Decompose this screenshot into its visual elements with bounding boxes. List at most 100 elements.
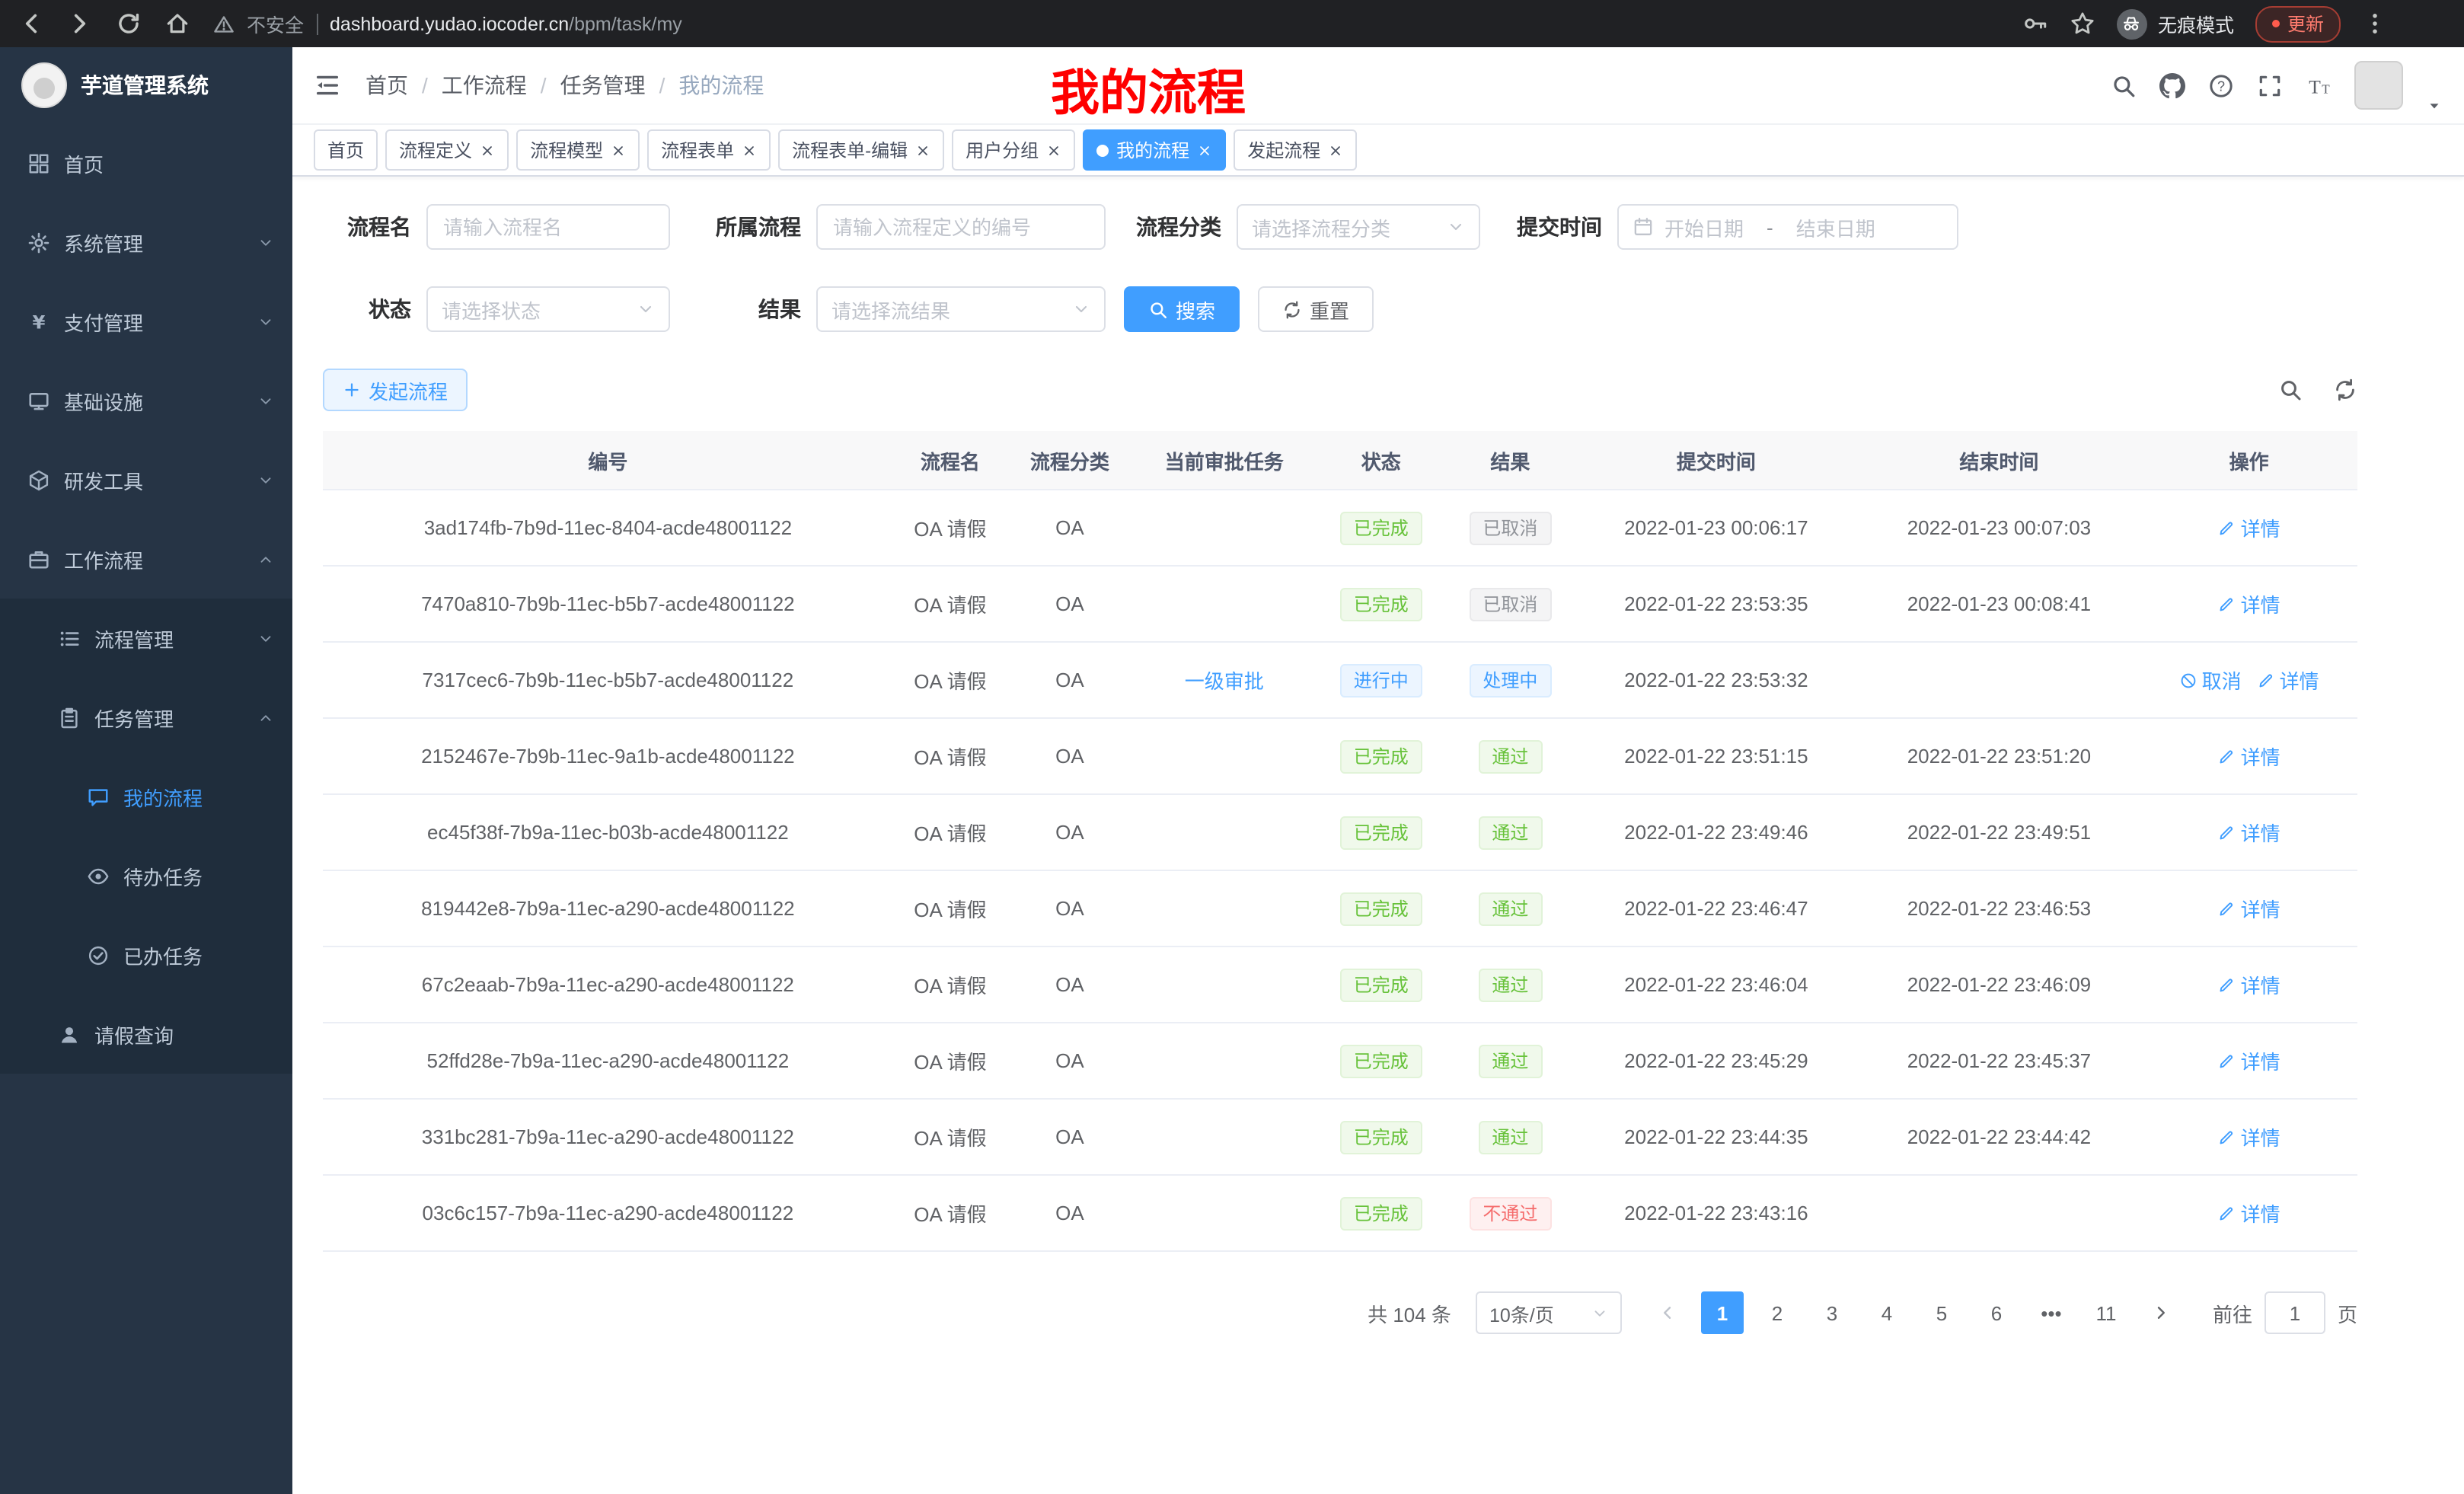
breadcrumb-item[interactable]: 任务管理 [560, 70, 646, 101]
browser-actions: 无痕模式 更新 [2022, 5, 2388, 42]
detail-link[interactable]: 详情 [2218, 818, 2280, 847]
page-ellipsis[interactable]: ••• [2030, 1291, 2073, 1334]
tab-5[interactable]: 流程表单-编辑 [778, 129, 944, 171]
tab-label: 用户分组 [965, 137, 1039, 163]
table-row: 7317cec6-7b9b-11ec-b5b7-acde48001122OA 请… [323, 642, 2357, 718]
sidebar-item-label: 系统管理 [64, 228, 143, 257]
search-button[interactable]: 搜索 [1124, 286, 1240, 332]
fullscreen-icon[interactable] [2257, 72, 2283, 98]
back-icon[interactable] [18, 11, 44, 37]
search-icon [1148, 299, 1168, 319]
page-button-4[interactable]: 4 [1866, 1291, 1908, 1334]
tab-6[interactable]: 用户分组 [952, 129, 1075, 171]
refresh-table-icon[interactable] [2333, 378, 2357, 402]
sidebar-item-2[interactable]: 系统管理 [0, 203, 292, 282]
page-button-11[interactable]: 11 [2085, 1291, 2127, 1334]
bookmark-star-icon[interactable] [2070, 11, 2095, 37]
tab-3[interactable]: 流程模型 [516, 129, 640, 171]
detail-link[interactable]: 详情 [2218, 1122, 2280, 1151]
cell-status: 已完成 [1317, 1099, 1446, 1175]
detail-link[interactable]: 详情 [2218, 742, 2280, 771]
cell-id: 3ad174fb-7b9d-11ec-8404-acde48001122 [323, 490, 893, 566]
tab-7[interactable]: 我的流程 [1083, 129, 1226, 171]
cancel-link[interactable]: 取消 [2179, 666, 2242, 694]
cell-name: OA 请假 [893, 1099, 1007, 1175]
page-button-3[interactable]: 3 [1811, 1291, 1853, 1334]
next-page-button[interactable] [2140, 1291, 2182, 1334]
font-size-icon[interactable]: TT [2306, 72, 2332, 98]
sidebar-item-8[interactable]: 任务管理 [0, 678, 292, 757]
tab-2[interactable]: 流程定义 [385, 129, 509, 171]
prev-page-button[interactable] [1646, 1291, 1689, 1334]
reset-button[interactable]: 重置 [1258, 286, 1374, 332]
caret-down-icon[interactable] [2426, 97, 2443, 114]
detail-link[interactable]: 详情 [2257, 666, 2319, 694]
reload-icon[interactable] [116, 11, 142, 37]
breadcrumb-item[interactable]: 工作流程 [442, 70, 527, 101]
svg-text:T: T [2309, 75, 2321, 97]
task-link[interactable]: 一级审批 [1185, 666, 1264, 694]
close-icon[interactable] [480, 142, 495, 158]
forward-icon[interactable] [67, 11, 93, 37]
date-range-picker[interactable]: 开始日期 - 结束日期 [1617, 204, 1958, 250]
status-select[interactable]: 请选择状态 [426, 286, 670, 332]
table-header-row: 编号流程名流程分类当前审批任务状态结果提交时间结束时间操作 [323, 431, 2357, 490]
browser-home-icon[interactable] [164, 11, 190, 37]
tab-8[interactable]: 发起流程 [1234, 129, 1357, 171]
detail-link[interactable]: 详情 [2218, 1199, 2280, 1227]
sidebar-toggle-icon[interactable] [314, 72, 341, 99]
address-bar[interactable]: 不安全 dashboard.yudao.iocoder.cn/bpm/task/… [213, 9, 2000, 38]
create-process-button[interactable]: 发起流程 [323, 369, 468, 411]
close-icon[interactable] [1328, 142, 1343, 158]
page-button-1[interactable]: 1 [1701, 1291, 1744, 1334]
main-area: 首页/工作流程/任务管理/我的流程 我的流程 ? TT 首页流程定义流程模型流程… [292, 47, 2464, 1494]
breadcrumb-item[interactable]: 首页 [365, 70, 408, 101]
github-icon[interactable] [2159, 72, 2185, 98]
detail-link[interactable]: 详情 [2218, 589, 2280, 618]
search-icon[interactable] [2111, 72, 2137, 98]
cell-name: OA 请假 [893, 642, 1007, 718]
sidebar-item-10[interactable]: 待办任务 [0, 836, 292, 915]
cell-task [1132, 718, 1317, 794]
update-button[interactable]: 更新 [2255, 5, 2341, 42]
page-button-2[interactable]: 2 [1756, 1291, 1799, 1334]
chevron-right-icon [2152, 1304, 2170, 1322]
detail-link[interactable]: 详情 [2218, 970, 2280, 999]
goto-page-input[interactable] [2265, 1291, 2325, 1334]
detail-link[interactable]: 详情 [2218, 1046, 2280, 1075]
name-input[interactable] [426, 204, 670, 250]
cell-category: OA [1007, 794, 1132, 870]
page-size-select[interactable]: 10条/页 [1476, 1291, 1622, 1334]
page-button-6[interactable]: 6 [1975, 1291, 2018, 1334]
close-icon[interactable] [611, 142, 626, 158]
close-icon[interactable] [742, 142, 757, 158]
cell-task [1132, 947, 1317, 1023]
key-icon[interactable] [2022, 11, 2048, 37]
sidebar-item-5[interactable]: 研发工具 [0, 440, 292, 519]
category-select[interactable]: 请选择流程分类 [1237, 204, 1480, 250]
sidebar-item-7[interactable]: 流程管理 [0, 599, 292, 678]
sidebar-item-11[interactable]: 已办任务 [0, 915, 292, 994]
detail-link[interactable]: 详情 [2218, 894, 2280, 923]
sidebar-item-6[interactable]: 工作流程 [0, 519, 292, 599]
close-icon[interactable] [915, 142, 930, 158]
browser-menu-icon[interactable] [2362, 11, 2388, 37]
definition-input[interactable] [816, 204, 1106, 250]
close-icon[interactable] [1197, 142, 1212, 158]
sidebar-item-1[interactable]: 首页 [0, 123, 292, 203]
result-select[interactable]: 请选择流结果 [816, 286, 1106, 332]
sidebar-item-9[interactable]: 我的流程 [0, 757, 292, 836]
help-icon[interactable]: ? [2208, 72, 2234, 98]
tab-1[interactable]: 首页 [314, 129, 378, 171]
tab-4[interactable]: 流程表单 [647, 129, 771, 171]
sidebar-item-4[interactable]: 基础设施 [0, 361, 292, 440]
sidebar-item-3[interactable]: ¥支付管理 [0, 282, 292, 361]
avatar[interactable] [2354, 61, 2403, 110]
app-logo-row[interactable]: 芋道管理系统 [0, 47, 292, 123]
close-icon[interactable] [1046, 142, 1061, 158]
edit-icon [2218, 1128, 2236, 1146]
sidebar-item-12[interactable]: 请假查询 [0, 994, 292, 1074]
toggle-search-icon[interactable] [2278, 378, 2303, 402]
detail-link[interactable]: 详情 [2218, 513, 2280, 542]
page-button-5[interactable]: 5 [1920, 1291, 1963, 1334]
